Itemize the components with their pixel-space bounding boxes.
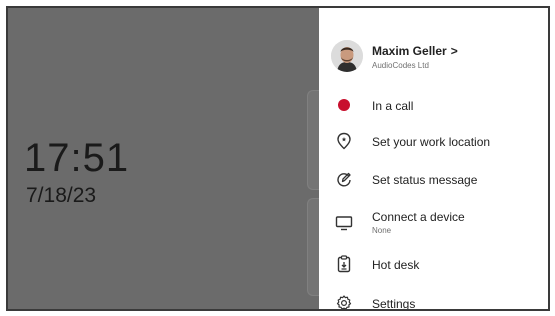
menu-item-hot-desk[interactable]: Hot desk (319, 247, 548, 281)
gear-icon (335, 294, 353, 309)
status-dot-icon (335, 96, 353, 114)
menu-item-label: Set your work location (372, 135, 491, 149)
hot-desk-icon (335, 255, 353, 273)
menu-item-presence-status[interactable]: In a call (319, 88, 548, 122)
account-menu-panel: Maxim Geller > AudioCodes Ltd In a call S… (319, 8, 548, 309)
menu-item-label: Connect a device (372, 210, 465, 224)
location-pin-icon (335, 132, 353, 150)
monitor-icon (335, 214, 353, 232)
home-screen: 17:51 7/18/23 (8, 8, 322, 309)
menu-item-status-message[interactable]: Set status message (319, 162, 548, 196)
menu-item-connect-device[interactable]: Connect a device None (319, 206, 548, 240)
profile-organization: AudioCodes Ltd (372, 61, 429, 70)
profile-header[interactable]: Maxim Geller > AudioCodes Ltd (319, 36, 548, 80)
chevron-right-icon: > (450, 44, 458, 58)
menu-item-label: Settings (372, 297, 416, 311)
menu-item-label: Set status message (372, 173, 478, 187)
clock-time: 17:51 (24, 136, 130, 180)
avatar (331, 40, 363, 72)
device-screen: 17:51 7/18/23 Maxim Geller > AudioCodes L… (6, 6, 550, 311)
profile-name: Maxim Geller > (372, 44, 458, 58)
menu-item-label: Hot desk (372, 258, 420, 272)
menu-item-work-location[interactable]: Set your work location (319, 124, 548, 158)
menu-item-settings[interactable]: Settings (319, 286, 548, 311)
edit-status-icon (335, 170, 353, 188)
clock-date: 7/18/23 (26, 184, 97, 207)
menu-item-label: In a call (372, 99, 414, 113)
menu-item-sublabel: None (372, 226, 392, 235)
